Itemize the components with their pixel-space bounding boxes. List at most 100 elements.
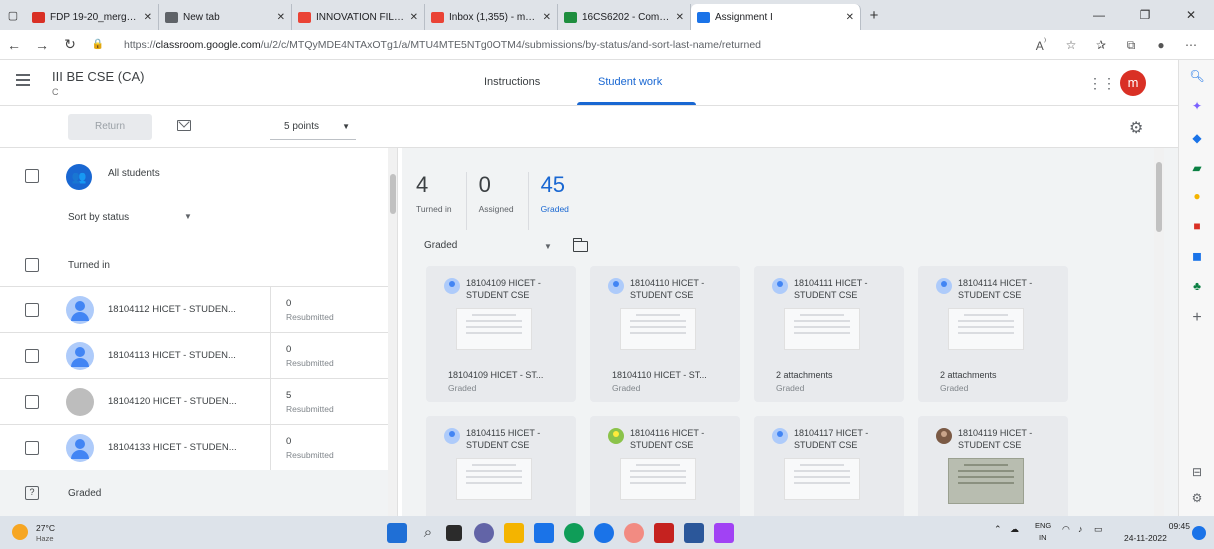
student-row[interactable]: 18104112 HICET - STUDEN... 0 Resubmitted [0,286,390,333]
new-tab-button[interactable]: + [861,0,887,30]
tab-instructions[interactable]: Instructions [484,76,540,88]
add-sidebar-app-icon[interactable]: + [1189,310,1205,326]
app-grid-icon[interactable] [714,523,734,543]
attachment-thumbnail[interactable] [456,308,532,350]
submissions-scroll-thumb[interactable] [1156,162,1162,232]
profile-icon[interactable]: ● [1146,38,1176,52]
sparkle-icon[interactable]: ✦ [1189,98,1205,114]
back-button[interactable]: ← [0,37,28,53]
people-icon[interactable]: ● [1189,188,1205,204]
volume-icon[interactable]: ♪ [1078,524,1083,534]
close-tab-icon[interactable]: ✕ [676,12,684,23]
submission-card[interactable]: 18104110 HICET - STUDENT CSE 18104110 HIC… [590,266,740,402]
favorites-bar-icon[interactable]: ✰ [1086,38,1116,52]
toolbox-icon[interactable]: ▰ [1189,160,1205,176]
mail-app-icon[interactable] [654,523,674,543]
status-filter-select[interactable]: Graded ▼ [424,240,554,251]
tag-icon[interactable]: ◆ [1189,130,1205,146]
submission-card[interactable]: 18104117 HICET - STUDENT CSE [754,416,904,516]
tab-student-work[interactable]: Student work [598,76,662,88]
submission-card[interactable]: 18104119 HICET - STUDENT CSE [918,416,1068,516]
minimize-button[interactable]: — [1076,0,1122,30]
browser-tab[interactable]: FDP 19-20_merged.pd ✕ [26,4,159,30]
student-name[interactable]: 18104133 HICET - STUDEN... [108,442,237,453]
app-icon[interactable] [624,523,644,543]
student-row[interactable]: 18104120 HICET - STUDEN... 5 Resubmitted [0,378,390,425]
attachment-thumbnail[interactable] [784,458,860,500]
edge-browser-icon[interactable] [564,523,584,543]
student-name[interactable]: 18104112 HICET - STUDEN... [108,304,236,315]
forward-button[interactable]: → [28,37,56,53]
student-checkbox[interactable] [25,349,39,363]
submission-card[interactable]: 18104114 HICET - STUDENT CSE 2 attachment… [918,266,1068,402]
cloud-sync-icon[interactable]: ☁ [1010,524,1019,535]
read-aloud-icon[interactable]: A⁾ [1026,37,1056,53]
browser-tab[interactable]: Inbox (1,355) - muma ✕ [425,4,558,30]
student-name[interactable]: 18104120 HICET - STUDEN... [108,396,237,407]
file-explorer-icon[interactable] [504,523,524,543]
close-tab-icon[interactable]: ✕ [277,12,285,23]
favorite-icon[interactable]: ☆ [1056,38,1086,52]
attachment-thumbnail[interactable] [456,458,532,500]
close-tab-icon[interactable]: ✕ [543,12,551,23]
submission-card[interactable]: 18104109 HICET - STUDENT CSE 18104109 HIC… [426,266,576,402]
submission-card[interactable]: 18104111 HICET - STUDENT CSE 2 attachment… [754,266,904,402]
sort-select[interactable]: Sort by status [68,212,129,223]
student-name[interactable]: 18104113 HICET - STUDEN... [108,350,236,361]
close-tab-icon[interactable]: ✕ [846,12,854,23]
roster-scrollbar[interactable] [388,148,397,516]
student-score[interactable]: 5 [286,390,291,401]
settings-gear-icon[interactable]: ⚙ [1129,118,1143,138]
student-row[interactable]: 18104133 HICET - STUDEN... 0 Resubmitted [0,424,390,471]
attachment-thumbnail[interactable] [948,308,1024,350]
class-name[interactable]: III BE CSE (CA) [52,69,144,84]
url-field[interactable]: https://classroom.google.com/u/2/c/MTQyM… [124,39,914,51]
collections-icon[interactable]: ⧉ [1116,38,1146,53]
attachment-thumbnail[interactable] [620,308,696,350]
attachment-thumbnail[interactable] [784,308,860,350]
folder-icon[interactable] [572,238,588,252]
submission-card[interactable]: 18104116 HICET - STUDENT CSE [590,416,740,516]
reload-button[interactable]: ↻ [56,36,84,53]
close-tab-icon[interactable]: ✕ [144,12,152,23]
turned-in-checkbox[interactable] [25,258,39,272]
account-avatar[interactable]: m [1120,70,1146,96]
sidebar-layout-icon[interactable]: ⊟ [1189,464,1205,480]
roster-scroll-thumb[interactable] [390,174,396,214]
graded-section-header[interactable]: ? Graded [0,470,397,516]
browser-tab[interactable]: Assignment I ✕ [691,4,861,30]
tree-icon[interactable]: ♣ [1189,278,1205,294]
browser-tab[interactable]: 16CS6202 - Compile ✕ [558,4,691,30]
search-icon[interactable]: ⌕ [418,523,438,543]
word-icon[interactable] [684,523,704,543]
task-view-icon[interactable] [446,525,462,541]
notification-icon[interactable] [1192,526,1206,540]
stat-assigned[interactable]: 0 Assigned [479,172,529,230]
start-menu-icon[interactable] [387,523,407,543]
submission-card[interactable]: 18104115 HICET - STUDENT CSE [426,416,576,516]
student-checkbox[interactable] [25,395,39,409]
attachment-thumbnail[interactable] [948,458,1024,504]
stat-graded[interactable]: 45 Graded [541,172,583,230]
battery-icon[interactable]: ▭ [1094,524,1103,535]
student-score[interactable]: 0 [286,436,291,447]
browser-tab[interactable]: New tab ✕ [159,4,292,30]
student-row[interactable]: 18104113 HICET - STUDEN... 0 Resubmitted [0,332,390,379]
student-score[interactable]: 0 [286,298,291,309]
chat-icon[interactable] [474,523,494,543]
weather-icon[interactable] [12,524,28,540]
search-icon[interactable]: 🔍︎ [1189,68,1205,84]
tab-actions-icon[interactable]: ▢ [0,0,26,30]
graded-checkbox[interactable]: ? [25,486,39,500]
chrome-icon[interactable] [594,523,614,543]
student-checkbox[interactable] [25,303,39,317]
points-select[interactable]: 5 points ▼ [270,114,356,140]
chevron-up-icon[interactable]: ⌃ [994,524,1002,535]
submissions-scrollbar[interactable] [1154,148,1164,516]
close-window-button[interactable]: ✕ [1168,0,1214,30]
office-icon[interactable]: ■ [1189,218,1205,234]
email-icon[interactable] [177,120,191,131]
return-button[interactable]: Return [68,114,152,140]
restore-button[interactable]: ❐ [1122,0,1168,30]
clock-time[interactable]: 09:45 [1150,521,1190,531]
